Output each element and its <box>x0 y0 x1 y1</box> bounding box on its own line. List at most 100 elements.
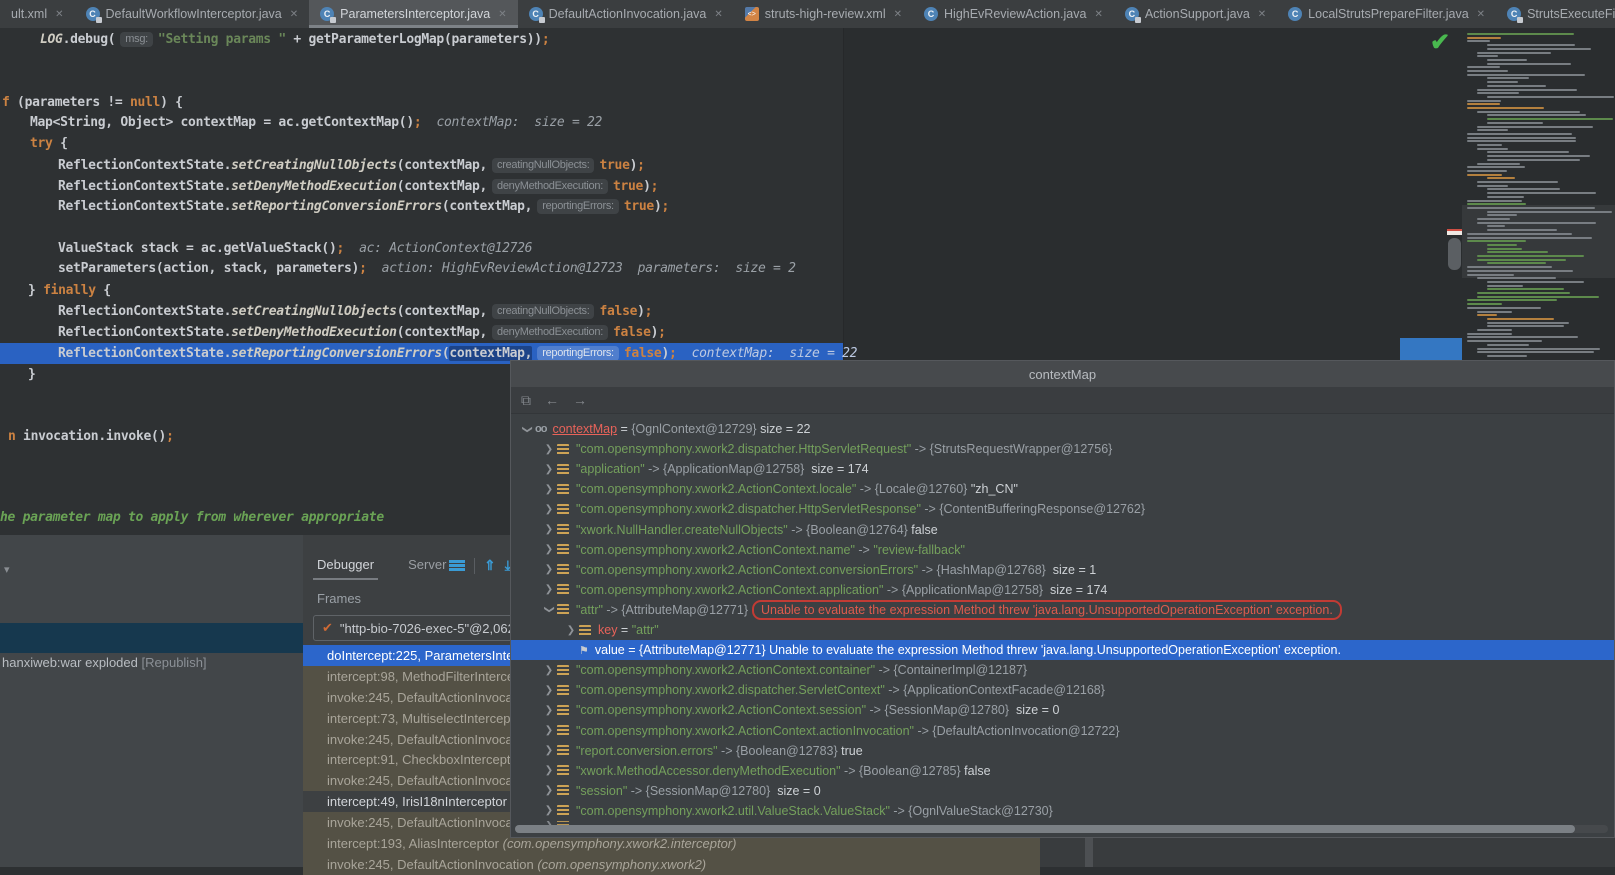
minimap-scrollbar-thumb[interactable] <box>1448 238 1461 270</box>
minimap-code-line <box>1487 151 1569 153</box>
back-arrow-icon[interactable]: ← <box>545 392 559 408</box>
deployment-artifact-row[interactable]: hanxiweb:war exploded [Republish] <box>2 655 207 670</box>
minimap-code-line <box>1487 85 1546 87</box>
chevron-collapsed-icon[interactable]: ❯ <box>541 464 557 475</box>
lock-badge <box>330 17 336 23</box>
chevron-expanded-icon[interactable]: ❯ <box>522 421 533 437</box>
variable-text: "com.opensymphony.xwork2.ActionContext.s… <box>576 703 866 717</box>
code-segment: ; <box>337 241 345 256</box>
code-segment: true <box>613 179 643 194</box>
close-icon[interactable]: ✕ <box>1094 9 1102 20</box>
variable-text: false <box>964 764 990 778</box>
chevron-collapsed-icon[interactable]: ❯ <box>541 544 557 555</box>
frame-row[interactable]: invoke:245, DefaultActionInvocation (com… <box>303 854 1040 875</box>
chevron-collapsed-icon[interactable]: ❯ <box>541 564 557 575</box>
tab-strutsexecutefilter-java[interactable]: CStrutsExecuteFilter.java✕ <box>1496 0 1615 28</box>
variable-row[interactable]: ❯"xwork.NullHandler.createNullObjects" -… <box>511 520 1614 540</box>
tab-ult-xml[interactable]: ult.xml✕ <box>0 0 75 28</box>
variable-row[interactable]: ❯"com.opensymphony.xwork2.dispatcher.Htt… <box>511 499 1614 519</box>
variable-row[interactable]: ❯"com.opensymphony.xwork2.util.ValueStac… <box>511 801 1614 821</box>
minimap-code-line <box>1467 100 1501 102</box>
variable-text: "com.opensymphony.xwork2.ActionContext.a… <box>576 724 914 738</box>
minimap-code-line <box>1477 52 1551 54</box>
chevron-expanded-icon[interactable]: ❯ <box>544 602 555 618</box>
chevron-collapsed-icon[interactable]: ❯ <box>541 524 557 535</box>
chevron-collapsed-icon[interactable]: ❯ <box>541 805 557 816</box>
chevron-collapsed-icon[interactable]: ❯ <box>541 584 557 595</box>
close-icon[interactable]: ✕ <box>894 9 902 20</box>
map-entry-icon <box>579 625 591 636</box>
chevron-collapsed-icon[interactable]: ❯ <box>541 745 557 756</box>
chevron-collapsed-icon[interactable]: ❯ <box>541 765 557 776</box>
code-segment: setCreatingNullObjects <box>231 158 397 173</box>
variable-row[interactable]: ❯"com.opensymphony.xwork2.ActionContext.… <box>511 479 1614 499</box>
variable-text: "com.opensymphony.xwork2.ActionContext.a… <box>576 583 883 597</box>
minimap-code-line <box>1467 70 1508 72</box>
inspection-ok-check-icon[interactable]: ✔ <box>1430 28 1450 57</box>
chevron-collapsed-icon[interactable]: ❯ <box>541 725 557 736</box>
variable-row[interactable]: ❯"attr" -> {AttributeMap@12771}Unable to… <box>511 600 1614 620</box>
variable-row[interactable]: ❯"report.conversion.errors" -> {Boolean@… <box>511 741 1614 761</box>
chevron-down-icon[interactable]: ▾ <box>4 563 10 576</box>
popup-horizontal-scrollbar[interactable] <box>515 825 1608 833</box>
forward-arrow-icon[interactable]: → <box>573 392 587 408</box>
variable-row[interactable]: ❯ "com.opensymphony.xwork2.ActionContext.… <box>511 700 1614 720</box>
variable-row[interactable]: ❯ "com.opensymphony.xwork2.ActionContext.… <box>511 721 1614 741</box>
minimap-code-line <box>1487 192 1596 194</box>
variable-text: size = 22 <box>760 422 810 436</box>
code-segment: ; <box>651 179 659 194</box>
restore-layout-icon[interactable]: ⇑ <box>484 557 496 574</box>
tab-actionsupport-java[interactable]: CActionSupport.java✕ <box>1114 0 1277 28</box>
chevron-collapsed-icon[interactable]: ❯ <box>541 444 557 455</box>
minimap-code-line <box>1477 314 1497 316</box>
variable-row[interactable]: ❯"com.opensymphony.xwork2.ActionContext.… <box>511 540 1614 560</box>
popup-scrollbar-thumb[interactable] <box>515 825 1575 833</box>
tab-debugger[interactable]: Debugger <box>317 557 374 580</box>
tab-struts-high-review-xml[interactable]: <>struts-high-review.xml✕ <box>734 0 913 28</box>
variable-row[interactable]: ❯"com.opensymphony.xwork2.ActionContext.… <box>511 560 1614 580</box>
chevron-collapsed-icon[interactable]: ❯ <box>541 785 557 796</box>
variable-row[interactable]: ❯"application" -> {ApplicationMap@12758}… <box>511 459 1614 479</box>
variable-row[interactable]: ❯"session" -> {SessionMap@12780} size = … <box>511 781 1614 801</box>
tab-localstrutspreparefilter-java[interactable]: CLocalStrutsPrepareFilter.java✕ <box>1277 0 1496 28</box>
close-icon[interactable]: ✕ <box>1258 9 1266 20</box>
close-icon[interactable]: ✕ <box>714 9 722 20</box>
variable-row[interactable]: ❯"com.opensymphony.xwork2.ActionContext.… <box>511 660 1614 680</box>
code-segment: ; <box>166 429 174 444</box>
variable-text: "application" <box>576 462 645 476</box>
hamburger-menu-icon[interactable] <box>449 560 465 571</box>
tab-highevreviewaction-java[interactable]: CHighEvReviewAction.java✕ <box>913 0 1114 28</box>
minimap-code-line <box>1477 89 1577 91</box>
chevron-collapsed-icon[interactable]: ❯ <box>563 625 579 636</box>
variable-row[interactable]: ⚑value = {AttributeMap@12771} Unable to … <box>511 640 1614 660</box>
minimap[interactable]: ✔ <box>1420 28 1615 398</box>
chevron-collapsed-icon[interactable]: ❯ <box>541 484 557 495</box>
variable-row[interactable]: ❯ "com.opensymphony.xwork2.ActionContext.… <box>511 580 1614 600</box>
code-line: he parameter map to apply from wherever … <box>0 508 384 528</box>
chevron-collapsed-icon[interactable]: ❯ <box>541 705 557 716</box>
tab-defaultworkflowinterceptor-java[interactable]: CDefaultWorkflowInterceptor.java✕ <box>75 0 310 28</box>
tab-defaultactioninvocation-java[interactable]: CDefaultActionInvocation.java✕ <box>518 0 734 28</box>
chevron-collapsed-icon[interactable]: ❯ <box>541 685 557 696</box>
close-icon[interactable]: ✕ <box>498 9 506 20</box>
view-options-icon[interactable]: ⧉ <box>521 392 531 409</box>
tab-server[interactable]: Server <box>408 557 446 580</box>
services-selected-row[interactable] <box>0 623 303 653</box>
close-icon[interactable]: ✕ <box>55 9 63 20</box>
minimap-code-line <box>1467 207 1595 209</box>
param-hint-chip: reportingErrors: <box>537 346 619 361</box>
minimap-code-line <box>1467 299 1557 301</box>
chevron-collapsed-icon[interactable]: ❯ <box>541 504 557 515</box>
tab-parametersinterceptor-java[interactable]: CParametersInterceptor.java✕ <box>309 0 517 28</box>
variable-row[interactable]: ❯"com.opensymphony.xwork2.dispatcher.Htt… <box>511 439 1614 459</box>
variable-row[interactable]: ❯key = "attr" <box>511 620 1614 640</box>
close-icon[interactable]: ✕ <box>1477 9 1485 20</box>
code-line: try { <box>30 134 68 154</box>
map-entry-icon <box>557 604 569 615</box>
variable-row[interactable]: ❯oocontextMap = {OgnlContext@12729} size… <box>511 419 1614 439</box>
variable-row[interactable]: ❯"com.opensymphony.xwork2.dispatcher.Ser… <box>511 680 1614 700</box>
chevron-collapsed-icon[interactable]: ❯ <box>541 665 557 676</box>
variable-row[interactable]: ❯"xwork.MethodAccessor.denyMethodExecuti… <box>511 761 1614 781</box>
minimap-code-line <box>1477 348 1600 350</box>
close-icon[interactable]: ✕ <box>290 9 298 20</box>
